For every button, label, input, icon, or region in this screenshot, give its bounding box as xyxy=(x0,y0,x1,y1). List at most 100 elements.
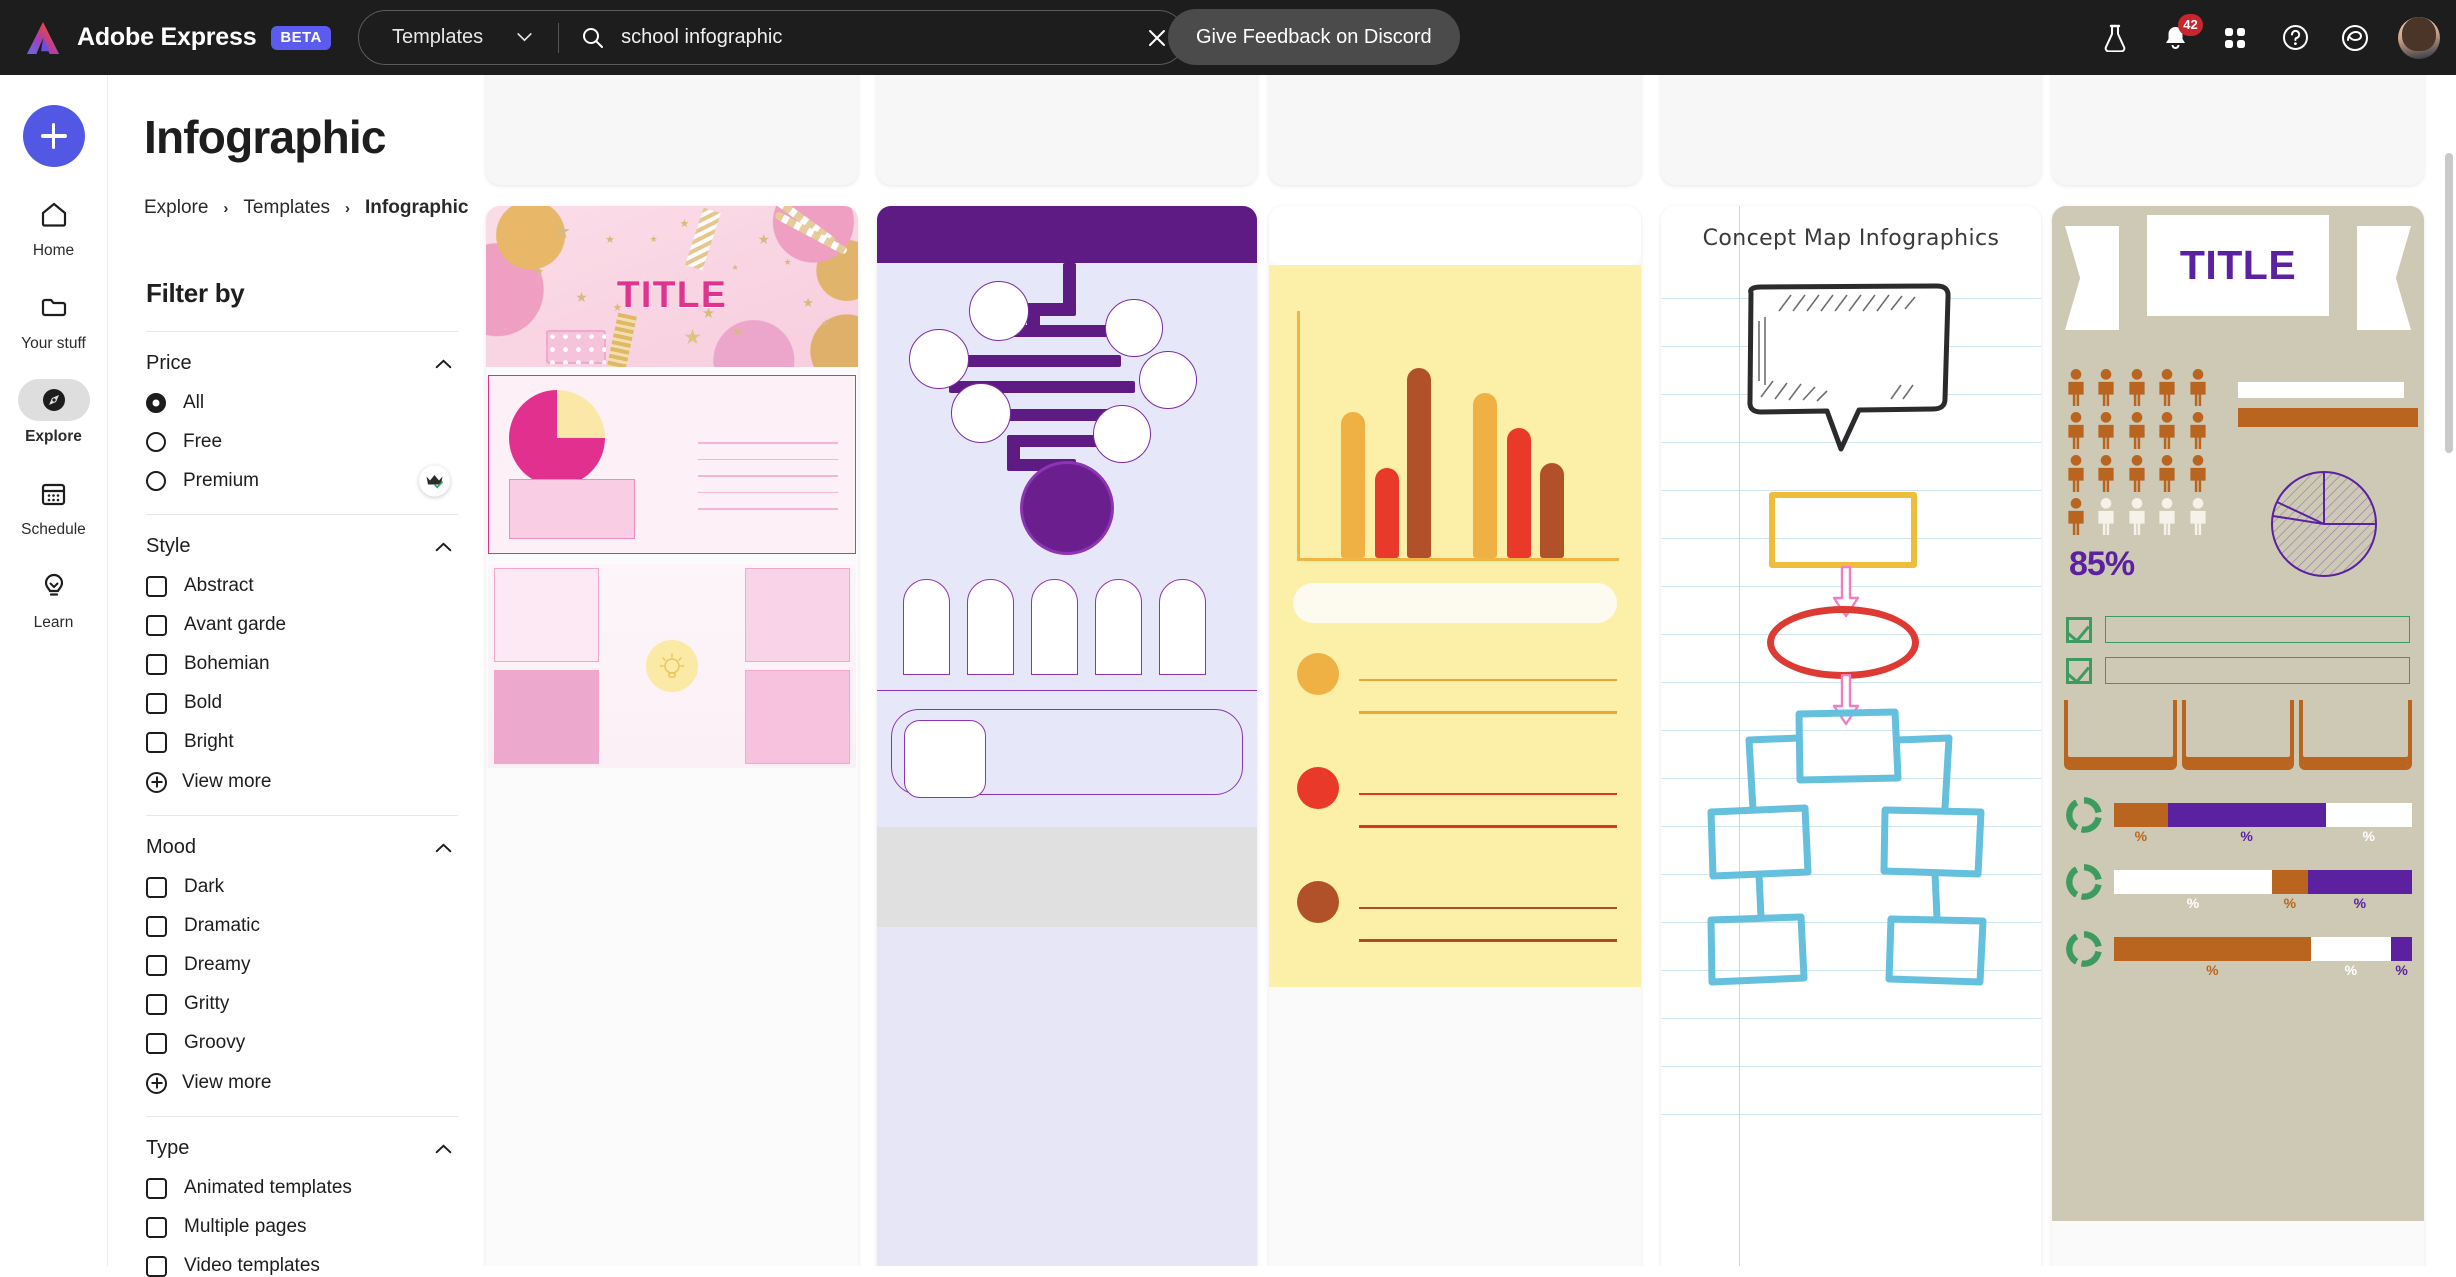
checkbox-icon xyxy=(146,731,167,753)
filter-option-multiple-pages[interactable]: Multiple pages xyxy=(146,1216,458,1238)
template-card-partial[interactable] xyxy=(1269,75,1641,185)
user-avatar[interactable] xyxy=(2398,16,2440,59)
sidebar-item-schedule[interactable]: Schedule xyxy=(0,472,107,539)
quadrant xyxy=(494,670,599,764)
filter-option-label: Video templates xyxy=(184,1255,320,1276)
filter-option-label: Bold xyxy=(184,692,223,713)
discord-feedback-button[interactable]: Give Feedback on Discord xyxy=(1168,9,1460,65)
filter-option-dark[interactable]: Dark xyxy=(146,876,458,898)
filter-option-free[interactable]: Free xyxy=(146,431,458,453)
filter-option-bright[interactable]: Bright xyxy=(146,731,458,753)
flow-node xyxy=(1139,351,1197,409)
filter-group-header[interactable]: Type xyxy=(146,1137,458,1160)
person-icon xyxy=(2129,412,2145,449)
brand[interactable]: Adobe Express BETA xyxy=(24,21,331,55)
breadcrumb-explore[interactable]: Explore xyxy=(144,197,208,219)
filter-option-label: Free xyxy=(183,431,223,452)
quadrant xyxy=(745,568,850,662)
sidebar-item-explore[interactable]: Explore xyxy=(0,379,107,446)
bar-segment: % xyxy=(2114,937,2311,978)
style-view-more-button[interactable]: View more xyxy=(146,771,458,793)
filter-group-header[interactable]: Style xyxy=(146,535,458,558)
legend-item xyxy=(1297,767,1617,851)
filter-group-header[interactable]: Mood xyxy=(146,836,458,859)
text-lines xyxy=(698,442,838,525)
filter-option-dreamy[interactable]: Dreamy xyxy=(146,954,458,976)
filter-group-title: Price xyxy=(146,352,192,374)
plus-circle-icon xyxy=(146,771,167,793)
search-icon xyxy=(581,26,605,50)
card-footer-band xyxy=(877,827,1257,927)
vertical-scrollbar[interactable] xyxy=(2445,153,2453,453)
template-card-partial[interactable] xyxy=(2052,75,2424,185)
filter-group-header[interactable]: Price xyxy=(146,352,458,375)
checkbox-icon xyxy=(146,653,167,675)
creative-cloud-icon[interactable] xyxy=(2338,21,2372,55)
checkbox-icon xyxy=(146,1216,167,1238)
radio-icon xyxy=(146,471,166,491)
checklist-field xyxy=(2105,616,2410,643)
sidebar-item-home[interactable]: Home xyxy=(0,193,107,260)
template-card-partial[interactable] xyxy=(877,75,1257,185)
create-new-button[interactable] xyxy=(22,105,85,167)
content-box xyxy=(1293,583,1617,623)
template-card-beige[interactable]: TITLE 85% % % % % % % % % % xyxy=(2052,206,2424,1266)
filter-option-video-templates[interactable]: Video templates xyxy=(146,1255,458,1277)
template-card-partial[interactable] xyxy=(1661,75,2041,185)
checkbox-icon xyxy=(146,993,167,1015)
filter-group-price: Price All Free Premium xyxy=(146,332,458,497)
template-card-pink[interactable]: ★ ★ ★ ★ ★ ★ ★ ★ ★ ★ ★ ★ ★ ★ ★ TITLE xyxy=(486,206,858,1266)
notification-badge: 42 xyxy=(2178,13,2203,36)
mood-view-more-button[interactable]: View more xyxy=(146,1072,458,1094)
breadcrumb-templates[interactable]: Templates xyxy=(243,197,330,219)
search-scope-label: Templates xyxy=(392,26,484,48)
help-icon[interactable] xyxy=(2278,21,2312,55)
pill-outline xyxy=(891,709,1243,798)
template-card-partial[interactable] xyxy=(486,75,858,185)
filter-option-premium[interactable]: Premium xyxy=(146,465,458,497)
filter-option-bohemian[interactable]: Bohemian xyxy=(146,653,458,675)
template-card-purple-flow[interactable] xyxy=(877,206,1257,1266)
text-lines xyxy=(1359,907,1617,972)
search-scope-select[interactable]: Templates xyxy=(359,11,532,64)
plus-circle-icon xyxy=(146,1072,167,1094)
filter-option-bold[interactable]: Bold xyxy=(146,692,458,714)
bar-compare-block xyxy=(2224,356,2424,456)
filter-option-animated-templates[interactable]: Animated templates xyxy=(146,1177,458,1199)
notifications-bell-icon[interactable]: 42 xyxy=(2158,13,2203,55)
beta-badge: BETA xyxy=(271,25,331,50)
top-icon-group: 42 xyxy=(2098,0,2440,75)
filter-option-dramatic[interactable]: Dramatic xyxy=(146,915,458,937)
search-bar[interactable]: Templates xyxy=(358,10,1186,65)
template-card-concept-map[interactable]: Concept Map Infographics xyxy=(1661,206,2041,1266)
filter-option-gritty[interactable]: Gritty xyxy=(146,993,458,1015)
filter-option-avant-garde[interactable]: Avant garde xyxy=(146,614,458,636)
filter-option-groovy[interactable]: Groovy xyxy=(146,1032,458,1054)
adobe-logo-icon xyxy=(26,21,60,54)
bar-segment: % xyxy=(2391,937,2412,978)
container-row xyxy=(2064,700,2413,770)
top-bar: Adobe Express BETA Templates Give Feedba… xyxy=(0,0,2456,75)
quadrant-block xyxy=(488,564,856,768)
content-box xyxy=(509,479,635,539)
apps-grid-icon[interactable] xyxy=(2218,21,2252,55)
people-pictogram xyxy=(2064,368,2212,535)
sidebar-item-learn[interactable]: Learn xyxy=(0,565,107,632)
filter-option-abstract[interactable]: Abstract xyxy=(146,575,458,597)
stacked-bar: % % % xyxy=(2114,870,2412,911)
bar-segment: % xyxy=(2114,870,2272,911)
filter-option-all[interactable]: All xyxy=(146,392,458,414)
lightbulb-icon xyxy=(44,573,63,596)
percent-label: % xyxy=(2344,962,2358,978)
breadcrumb-separator: › xyxy=(223,199,229,217)
bar-segment: % xyxy=(2307,870,2412,911)
filter-option-label: Avant garde xyxy=(184,614,287,635)
filter-option-label: Bohemian xyxy=(184,653,270,674)
experiments-flask-icon[interactable] xyxy=(2098,21,2132,55)
banner-center: TITLE xyxy=(2147,215,2329,316)
filter-option-label: Bright xyxy=(184,731,234,752)
search-input[interactable] xyxy=(621,26,1129,49)
sidebar-item-your-stuff[interactable]: Your stuff xyxy=(0,286,107,353)
template-header-band xyxy=(877,206,1257,263)
template-card-yellow[interactable] xyxy=(1269,206,1641,1266)
